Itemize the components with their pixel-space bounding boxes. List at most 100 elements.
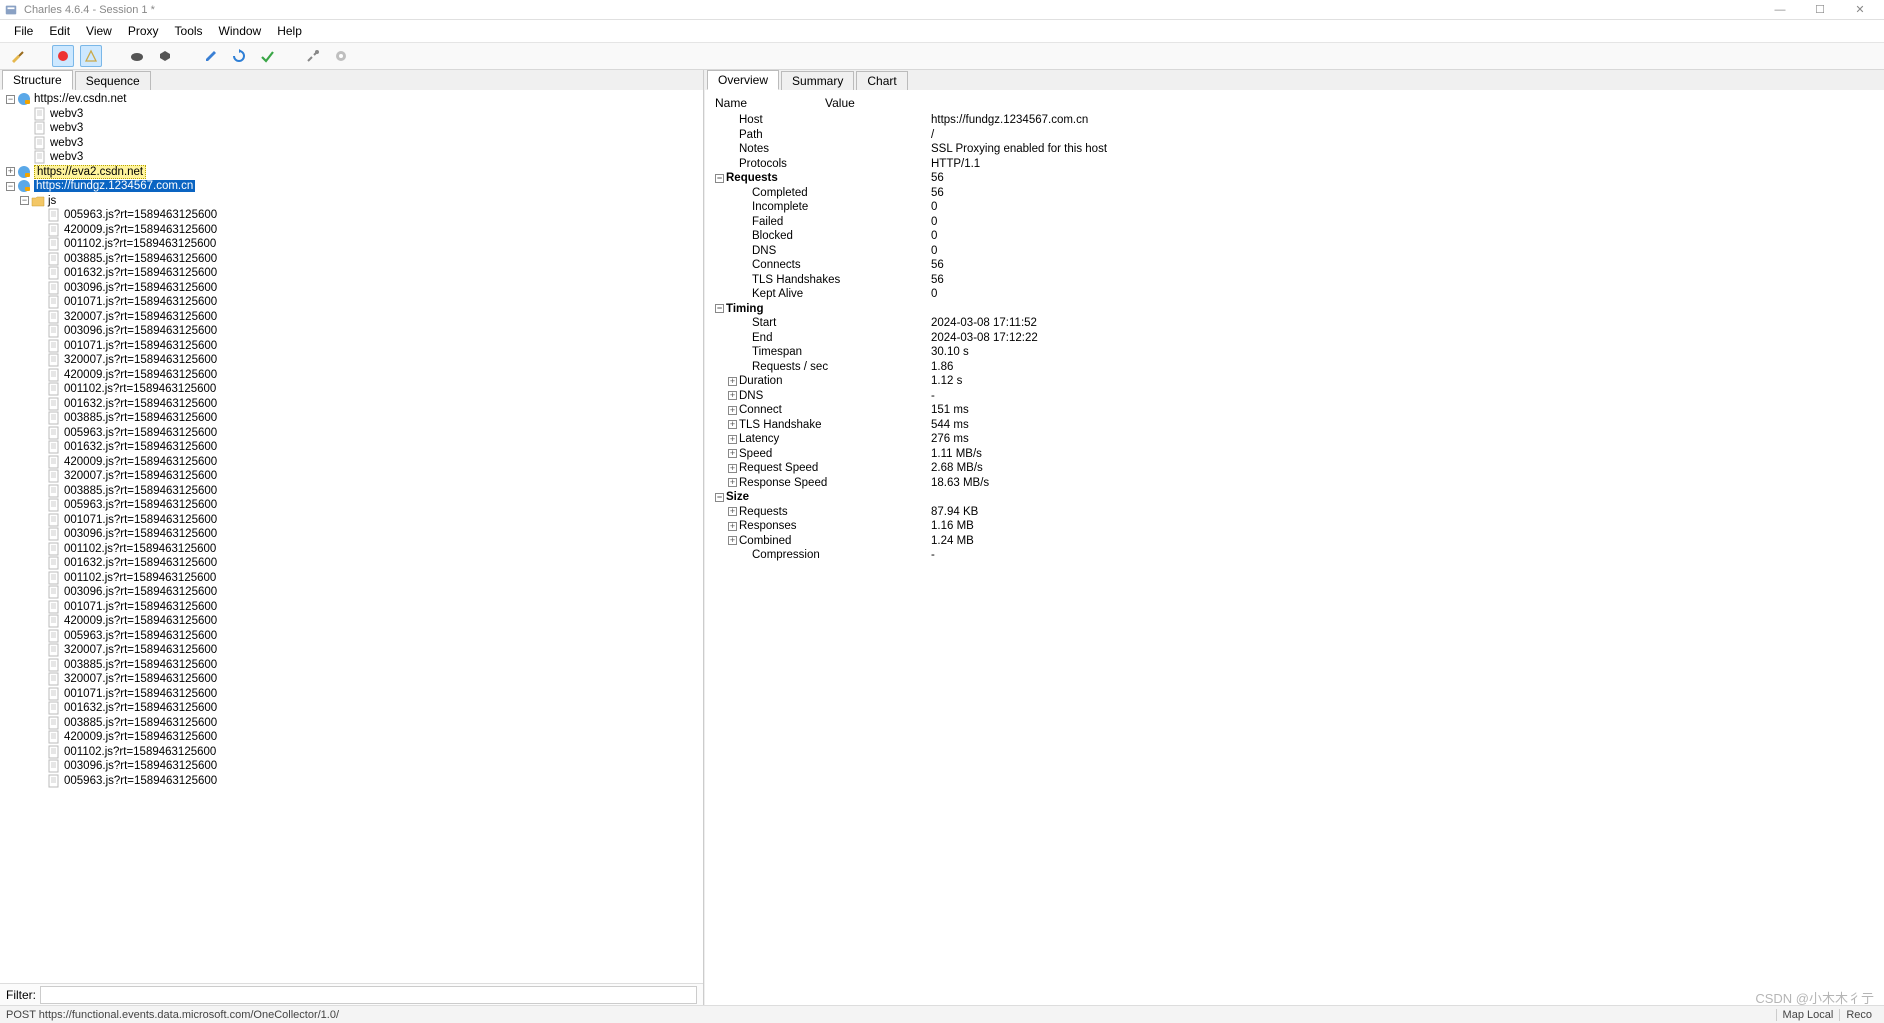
file-node[interactable]: 003096.js?rt=1589463125600 [0,324,703,339]
file-node[interactable]: 003096.js?rt=1589463125600 [0,585,703,600]
menu-window[interactable]: Window [211,22,270,40]
overview-row[interactable]: +Connect151 ms [711,403,1884,418]
maximize-button[interactable]: ☐ [1800,3,1840,16]
file-node[interactable]: 003096.js?rt=1589463125600 [0,281,703,296]
expand-icon[interactable]: + [6,167,15,176]
file-node[interactable]: 001102.js?rt=1589463125600 [0,237,703,252]
expand-icon[interactable]: + [728,536,737,545]
file-node[interactable]: webv3 [0,136,703,151]
file-node[interactable]: 003885.js?rt=1589463125600 [0,411,703,426]
expand-icon[interactable]: + [728,522,737,531]
broom-icon[interactable] [6,45,28,67]
expand-icon[interactable]: + [728,391,737,400]
overview-row[interactable]: Connects56 [711,258,1884,273]
file-node[interactable]: 001102.js?rt=1589463125600 [0,542,703,557]
file-node[interactable]: 003096.js?rt=1589463125600 [0,759,703,774]
file-node[interactable]: 003885.js?rt=1589463125600 [0,658,703,673]
file-node[interactable]: 320007.js?rt=1589463125600 [0,469,703,484]
close-button[interactable]: ✕ [1840,3,1880,16]
file-node[interactable]: 003885.js?rt=1589463125600 [0,252,703,267]
validate-icon[interactable] [256,45,278,67]
overview-row[interactable]: Compression- [711,548,1884,563]
expand-icon[interactable]: − [715,174,724,183]
expand-icon[interactable]: + [728,478,737,487]
minimize-button[interactable]: — [1760,4,1800,16]
file-node[interactable]: 001632.js?rt=1589463125600 [0,556,703,571]
file-node[interactable]: 003885.js?rt=1589463125600 [0,716,703,731]
expand-icon[interactable]: − [6,182,15,191]
overview-row[interactable]: End2024-03-08 17:12:22 [711,331,1884,346]
menu-help[interactable]: Help [269,22,310,40]
overview-row[interactable]: NotesSSL Proxying enabled for this host [711,142,1884,157]
tab-structure[interactable]: Structure [2,70,73,90]
file-node[interactable]: 001632.js?rt=1589463125600 [0,397,703,412]
tab-chart[interactable]: Chart [856,71,907,90]
file-node[interactable]: 005963.js?rt=1589463125600 [0,774,703,789]
overview-row[interactable]: +Requests87.94 KB [711,505,1884,520]
file-node[interactable]: 003885.js?rt=1589463125600 [0,484,703,499]
file-node[interactable]: 320007.js?rt=1589463125600 [0,353,703,368]
host-node[interactable]: −https://fundgz.1234567.com.cn [0,179,703,194]
overview-row[interactable]: Requests / sec1.86 [711,360,1884,375]
folder-node[interactable]: −js [0,194,703,209]
overview-row[interactable]: Hosthttps://fundgz.1234567.com.cn [711,113,1884,128]
overview-row[interactable]: +Latency276 ms [711,432,1884,447]
expand-icon[interactable]: + [728,420,737,429]
file-node[interactable]: 001102.js?rt=1589463125600 [0,382,703,397]
overview-row[interactable]: ProtocolsHTTP/1.1 [711,157,1884,172]
file-node[interactable]: 005963.js?rt=1589463125600 [0,426,703,441]
filter-input[interactable] [40,986,697,1004]
file-node[interactable]: 001632.js?rt=1589463125600 [0,440,703,455]
overview-row[interactable]: Path/ [711,128,1884,143]
file-node[interactable]: 001102.js?rt=1589463125600 [0,745,703,760]
file-node[interactable]: 005963.js?rt=1589463125600 [0,208,703,223]
file-node[interactable]: webv3 [0,121,703,136]
overview-row[interactable]: +Request Speed2.68 MB/s [711,461,1884,476]
file-node[interactable]: 320007.js?rt=1589463125600 [0,672,703,687]
expand-icon[interactable]: − [6,95,15,104]
overview-row[interactable]: +DNS- [711,389,1884,404]
overview-row[interactable]: +Duration1.12 s [711,374,1884,389]
overview-row[interactable]: −Timing [711,302,1884,317]
file-node[interactable]: 420009.js?rt=1589463125600 [0,614,703,629]
overview-row[interactable]: Kept Alive0 [711,287,1884,302]
file-node[interactable]: 001632.js?rt=1589463125600 [0,266,703,281]
file-node[interactable]: 420009.js?rt=1589463125600 [0,223,703,238]
tools-icon[interactable] [302,45,324,67]
expand-icon[interactable]: + [728,377,737,386]
tab-sequence[interactable]: Sequence [75,71,151,90]
menu-tools[interactable]: Tools [167,22,211,40]
status-maplocal[interactable]: Map Local [1776,1009,1840,1021]
overview-row[interactable]: TLS Handshakes56 [711,273,1884,288]
expand-icon[interactable]: − [715,493,724,502]
settings-icon[interactable] [330,45,352,67]
file-node[interactable]: webv3 [0,107,703,122]
overview-row[interactable]: +Combined1.24 MB [711,534,1884,549]
overview-row[interactable]: +TLS Handshake544 ms [711,418,1884,433]
menu-proxy[interactable]: Proxy [120,22,167,40]
file-node[interactable]: 001071.js?rt=1589463125600 [0,600,703,615]
overview-row[interactable]: DNS0 [711,244,1884,259]
file-node[interactable]: 001071.js?rt=1589463125600 [0,295,703,310]
menu-file[interactable]: File [6,22,41,40]
file-node[interactable]: 001102.js?rt=1589463125600 [0,571,703,586]
file-node[interactable]: 320007.js?rt=1589463125600 [0,310,703,325]
file-node[interactable]: webv3 [0,150,703,165]
tab-overview[interactable]: Overview [707,70,779,90]
repeat-icon[interactable] [228,45,250,67]
file-node[interactable]: 420009.js?rt=1589463125600 [0,730,703,745]
file-node[interactable]: 420009.js?rt=1589463125600 [0,455,703,470]
overview-row[interactable]: +Responses1.16 MB [711,519,1884,534]
file-node[interactable]: 001632.js?rt=1589463125600 [0,701,703,716]
breakpoint-icon[interactable] [154,45,176,67]
file-node[interactable]: 005963.js?rt=1589463125600 [0,498,703,513]
overview-row[interactable]: Start2024-03-08 17:11:52 [711,316,1884,331]
overview-row[interactable]: +Response Speed18.63 MB/s [711,476,1884,491]
expand-icon[interactable]: + [728,464,737,473]
file-node[interactable]: 005963.js?rt=1589463125600 [0,629,703,644]
file-node[interactable]: 001071.js?rt=1589463125600 [0,513,703,528]
expand-icon[interactable]: + [728,435,737,444]
expand-icon[interactable]: + [728,449,737,458]
file-node[interactable]: 001071.js?rt=1589463125600 [0,339,703,354]
overview-row[interactable]: Incomplete0 [711,200,1884,215]
